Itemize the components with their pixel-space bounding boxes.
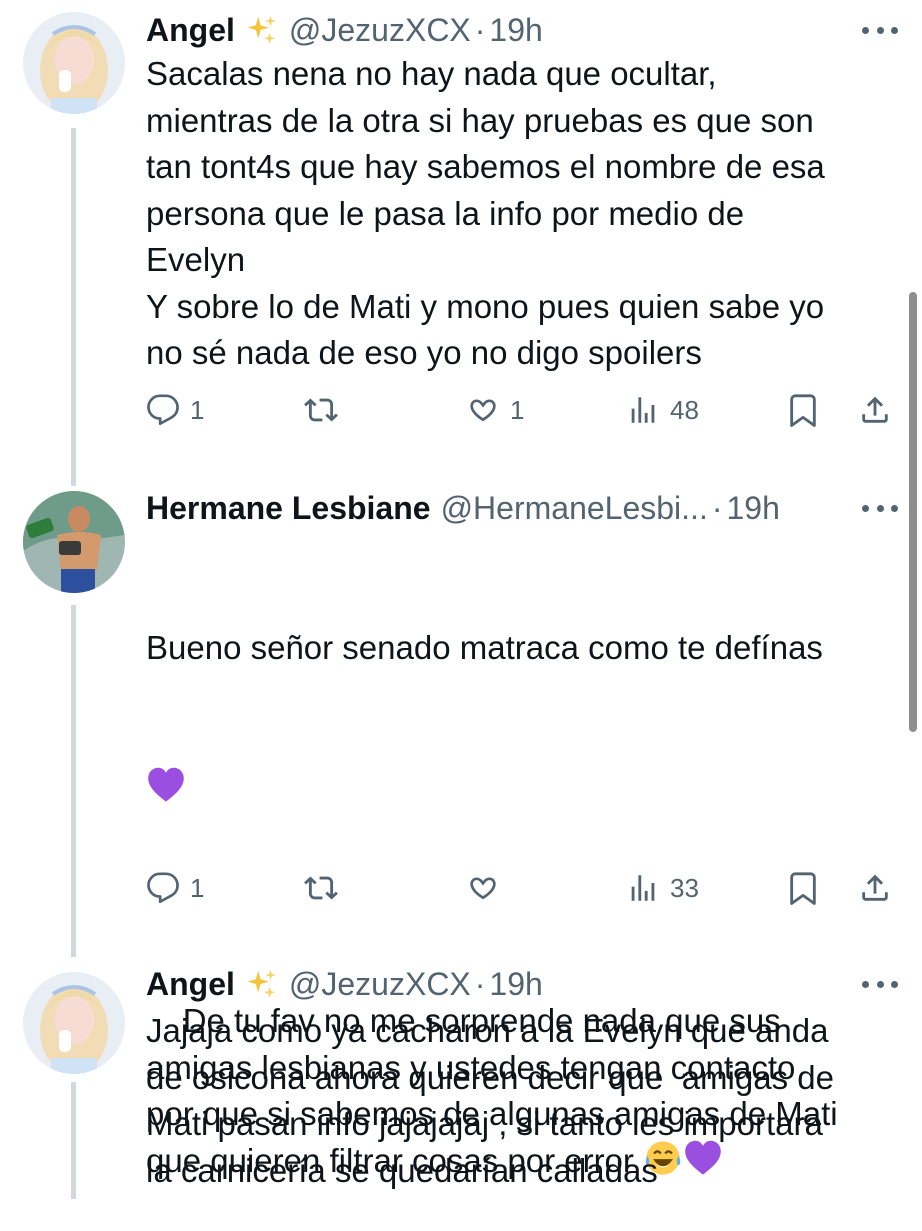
bookmark-icon (786, 871, 820, 905)
tweet[interactable]: Angel @JezuzXCX · 19h Sacalas nena no ha… (0, 0, 922, 486)
avatar-blonde-woman-icon (23, 972, 125, 1074)
reply-icon (146, 871, 180, 905)
author-handle[interactable]: @JezuzXCX (289, 10, 471, 50)
tweet-header: Angel @JezuzXCX · 19h (146, 10, 902, 50)
share-icon (858, 393, 892, 427)
avatar[interactable] (23, 972, 125, 1074)
bookmark-button[interactable] (786, 866, 820, 910)
views-count: 48 (670, 394, 699, 425)
tweet[interactable]: Angel @JezuzXCX · 19h Jajaja como ya cac… (0, 960, 922, 1199)
reply-button[interactable]: 1 (146, 866, 204, 910)
timestamp[interactable]: 19h (726, 488, 779, 528)
reply-button[interactable]: 1 (146, 388, 204, 432)
like-button[interactable]: 1 (466, 388, 524, 432)
like-count: 1 (510, 394, 525, 425)
author-name[interactable]: Hermane Lesbiane (146, 488, 431, 528)
scrollbar[interactable] (909, 292, 917, 732)
timestamp[interactable]: 19h (489, 964, 542, 1004)
more-icon[interactable] (862, 488, 898, 528)
author-name[interactable]: Angel (146, 964, 235, 1004)
bookmark-button[interactable] (786, 388, 820, 432)
separator-dot: · (711, 490, 723, 526)
sparkles-icon (245, 13, 279, 47)
like-button[interactable] (466, 866, 500, 910)
sparkles-icon (245, 967, 279, 1001)
retweet-button[interactable] (304, 866, 338, 910)
author-handle[interactable]: @JezuzXCX (289, 964, 471, 1004)
more-icon[interactable] (862, 964, 898, 1004)
reply-count: 1 (190, 394, 205, 425)
separator-dot: · (474, 12, 486, 48)
avatar-blonde-woman-icon (23, 12, 125, 114)
views-button[interactable]: 33 (626, 866, 699, 910)
retweet-icon (304, 393, 338, 427)
purple-heart-emoji (146, 765, 186, 805)
tweet-header: Hermane Lesbiane @HermaneLesbi... · 19h (146, 488, 822, 528)
retweet-icon (304, 871, 338, 905)
like-icon (466, 871, 500, 905)
tweet[interactable]: Hermane Lesbiane @HermaneLesbi... · 19h … (0, 488, 922, 1179)
separator-dot: · (474, 966, 486, 1002)
tweet-text: Jajaja como ya cacharon a la Evelyn que … (146, 1012, 834, 1189)
share-icon (858, 871, 892, 905)
share-button[interactable] (858, 866, 892, 910)
share-button[interactable] (858, 388, 892, 432)
tweet-text-line: Bueno señor senado matraca como te defín… (146, 629, 823, 666)
bookmark-icon (786, 393, 820, 427)
views-icon (626, 393, 660, 427)
avatar-shirtless-man-exatlon-icon (23, 491, 125, 593)
views-button[interactable]: 48 (626, 388, 699, 432)
author-handle[interactable]: @HermaneLesbi... (441, 488, 708, 528)
tweet-actions: 1 1 48 (146, 388, 902, 432)
reply-icon (146, 393, 180, 427)
views-count: 33 (670, 872, 699, 903)
like-icon (466, 393, 500, 427)
tweet-text: Sacalas nena no hay nada que ocultar, mi… (146, 55, 825, 371)
reply-count: 1 (190, 872, 205, 903)
tweet-header: Angel @JezuzXCX · 19h (146, 964, 902, 1004)
views-icon (626, 871, 660, 905)
retweet-button[interactable] (304, 388, 338, 432)
timestamp[interactable]: 19h (489, 10, 542, 50)
avatar[interactable] (23, 491, 125, 593)
tweet-actions: 1 33 (146, 866, 902, 910)
avatar[interactable] (23, 12, 125, 114)
more-icon[interactable] (862, 10, 898, 50)
author-name[interactable]: Angel (146, 10, 235, 50)
